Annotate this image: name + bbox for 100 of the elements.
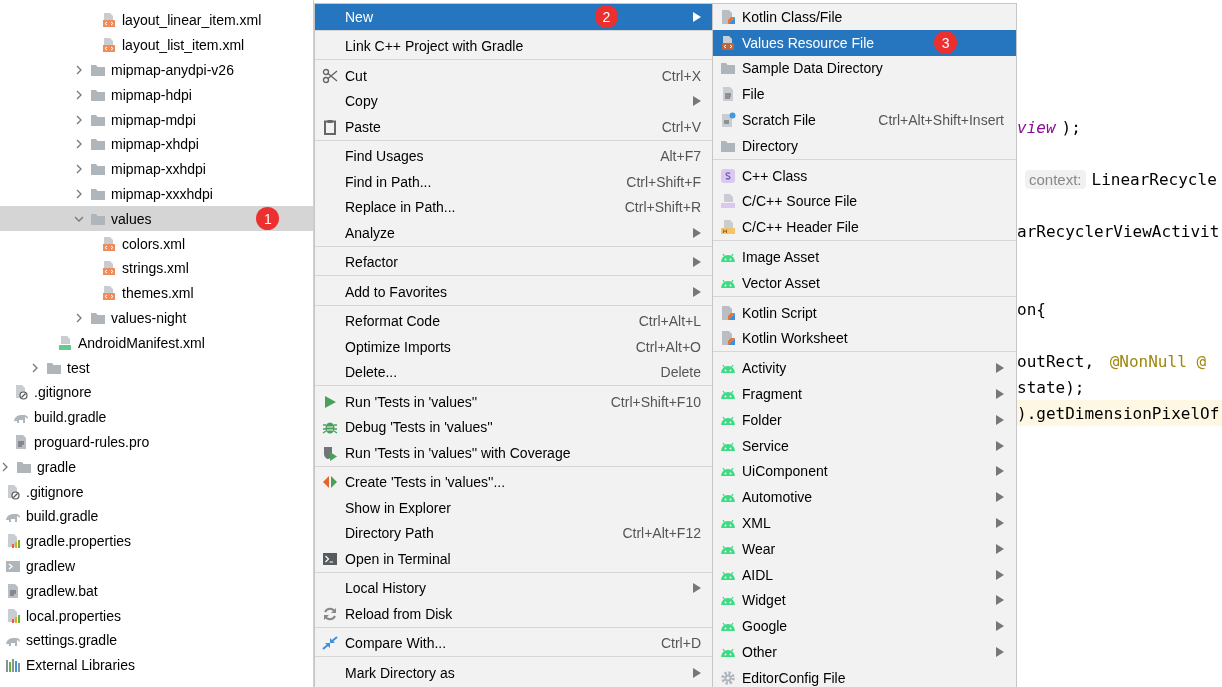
menu-item[interactable]: Fragment (713, 381, 1016, 407)
menu-item[interactable]: Image Asset (713, 244, 1016, 270)
chevron-right-icon[interactable] (74, 139, 84, 150)
ignore-file-icon (5, 483, 21, 500)
tree-item[interactable]: strings.xml (0, 255, 313, 281)
properties-file-icon (5, 607, 21, 624)
tree-item[interactable]: gradlew (0, 553, 313, 579)
chevron-right-icon[interactable] (0, 461, 10, 472)
menu-item[interactable]: Create 'Tests in 'values''... (315, 469, 712, 495)
menu-item[interactable]: Copy (315, 88, 712, 114)
chevron-right-icon[interactable] (74, 89, 84, 100)
tree-item[interactable]: .gitignore (0, 479, 313, 504)
menu-item[interactable]: C++ Class (713, 162, 1016, 189)
tree-item[interactable]: mipmap-xxxhdpi (0, 181, 313, 207)
code-text: LinearRecycle (1091, 169, 1217, 189)
menu-item[interactable]: Compare With... Ctrl+D (315, 630, 712, 656)
menu-item[interactable]: Kotlin Worksheet (713, 325, 1016, 352)
menu-item[interactable]: Reload from Disk (315, 601, 712, 627)
menu-item[interactable]: Refactor (315, 249, 712, 275)
menu-item[interactable]: Run 'Tests in 'values'' Ctrl+Shift+F10 (315, 389, 712, 415)
ignore-file-icon (13, 384, 29, 401)
menu-item[interactable]: Vector Asset (713, 269, 1016, 296)
menu-item[interactable]: Add to Favorites (315, 279, 712, 305)
menu-item[interactable]: Open in Terminal (315, 546, 712, 572)
tree-item[interactable]: mipmap-xxhdpi (0, 156, 313, 182)
tree-item[interactable]: mipmap-hdpi (0, 82, 313, 108)
chevron-right-icon[interactable] (30, 362, 40, 373)
menu-item[interactable]: Link C++ Project with Gradle (315, 33, 712, 59)
menu-item[interactable]: Reformat Code Ctrl+Alt+L (315, 308, 712, 334)
tree-item[interactable]: layout_list_item.xml (0, 32, 313, 58)
menu-item[interactable]: New 2 (315, 4, 712, 30)
menu-item[interactable]: Sample Data Directory (713, 55, 1016, 82)
menu-item[interactable]: File (713, 81, 1016, 108)
menu-item[interactable]: Delete... Delete (315, 359, 712, 385)
menu-item[interactable]: Kotlin Script (713, 299, 1016, 326)
menu-item[interactable]: Folder (713, 406, 1016, 433)
tree-item[interactable]: build.gradle (0, 503, 313, 529)
menu-item[interactable]: Google (713, 613, 1016, 640)
tree-item[interactable]: values 1 (0, 206, 313, 232)
menu-item[interactable]: Directory (713, 133, 1016, 159)
tree-item[interactable]: gradlew.bat (0, 578, 313, 604)
tree-item[interactable]: mipmap-anydpi-v26 (0, 57, 313, 83)
menu-item[interactable]: Kotlin Class/File (713, 4, 1016, 30)
menu-item[interactable]: Activity (713, 355, 1016, 382)
menu-item[interactable]: Local History (315, 575, 712, 601)
tree-item[interactable]: themes.xml (0, 280, 313, 306)
menu-item[interactable]: Debug 'Tests in 'values'' (315, 414, 712, 440)
tree-item[interactable]: build.gradle (0, 404, 313, 430)
tree-item[interactable]: layout_linear_item.xml (0, 8, 313, 33)
tree-item[interactable]: settings.gradle (0, 627, 313, 653)
tree-item[interactable]: AndroidManifest.xml (0, 330, 313, 356)
chevron-right-icon[interactable] (74, 312, 84, 323)
menu-item[interactable]: EditorConfig File (713, 664, 1016, 687)
tree-item[interactable]: External Libraries (0, 652, 313, 678)
menu-item[interactable]: Directory Path Ctrl+Alt+F12 (315, 520, 712, 546)
tree-item[interactable]: colors.xml (0, 231, 313, 256)
menu-item[interactable]: Paste Ctrl+V (315, 114, 712, 140)
parameter-hint: context: (1025, 169, 1086, 189)
shortcut-text: Ctrl+V (661, 118, 701, 135)
menu-item[interactable]: C/C++ Header File (713, 214, 1016, 241)
code-text: ); (1061, 117, 1081, 137)
tree-item[interactable]: mipmap-mdpi (0, 107, 313, 132)
class-icon (719, 167, 736, 184)
tree-item[interactable]: .gitignore (0, 379, 313, 405)
tree-item[interactable]: gradle.properties (0, 528, 313, 554)
menu-item[interactable]: Widget (713, 587, 1016, 614)
menu-item[interactable]: Wear (713, 535, 1016, 562)
menu-item[interactable]: Scratch File Ctrl+Alt+Shift+Insert (713, 107, 1016, 133)
menu-item[interactable]: Find Usages Alt+F7 (315, 143, 712, 169)
tree-item[interactable]: proguard-rules.pro (0, 429, 313, 455)
tree-item[interactable]: values-night (0, 305, 313, 331)
tree-item[interactable]: test (0, 355, 313, 380)
shortcut-text: Delete (660, 364, 701, 381)
menu-item[interactable]: Mark Directory as (315, 660, 712, 686)
chevron-right-icon[interactable] (74, 188, 84, 199)
chevron-right-icon[interactable] (74, 114, 84, 125)
tree-item[interactable]: mipmap-xhdpi (0, 132, 313, 157)
menu-item[interactable]: C/C++ Source File (713, 188, 1016, 215)
xml-file-icon (101, 260, 117, 277)
menu-item[interactable]: Optimize Imports Ctrl+Alt+O (315, 334, 712, 360)
chevron-right-icon[interactable] (74, 65, 84, 75)
menu-item[interactable]: Values Resource File 3 (713, 29, 1016, 56)
menu-item[interactable]: AIDL (713, 561, 1016, 588)
menu-item[interactable]: Cut Ctrl+X (315, 63, 712, 89)
menu-item[interactable]: Find in Path... Ctrl+Shift+F (315, 169, 712, 195)
chevron-right-icon[interactable] (74, 164, 84, 175)
menu-item[interactable]: Run 'Tests in 'values'' with Coverage (315, 440, 712, 466)
tree-item[interactable]: gradle (0, 454, 313, 480)
tree-item[interactable]: local.properties (0, 603, 313, 628)
menu-item[interactable]: Show in Explorer (315, 495, 712, 521)
menu-item[interactable]: Automotive (713, 484, 1016, 511)
menu-item[interactable]: Analyze (315, 220, 712, 246)
menu-item[interactable]: XML (713, 510, 1016, 536)
kotlin-file-icon (719, 8, 736, 25)
menu-item[interactable]: Replace in Path... Ctrl+Shift+R (315, 194, 712, 220)
menu-item[interactable]: Service (713, 432, 1016, 459)
menu-item[interactable]: UiComponent (713, 458, 1016, 485)
menu-item[interactable]: Other (713, 639, 1016, 665)
library-icon (5, 657, 21, 674)
kotlin-file-icon (719, 304, 736, 321)
